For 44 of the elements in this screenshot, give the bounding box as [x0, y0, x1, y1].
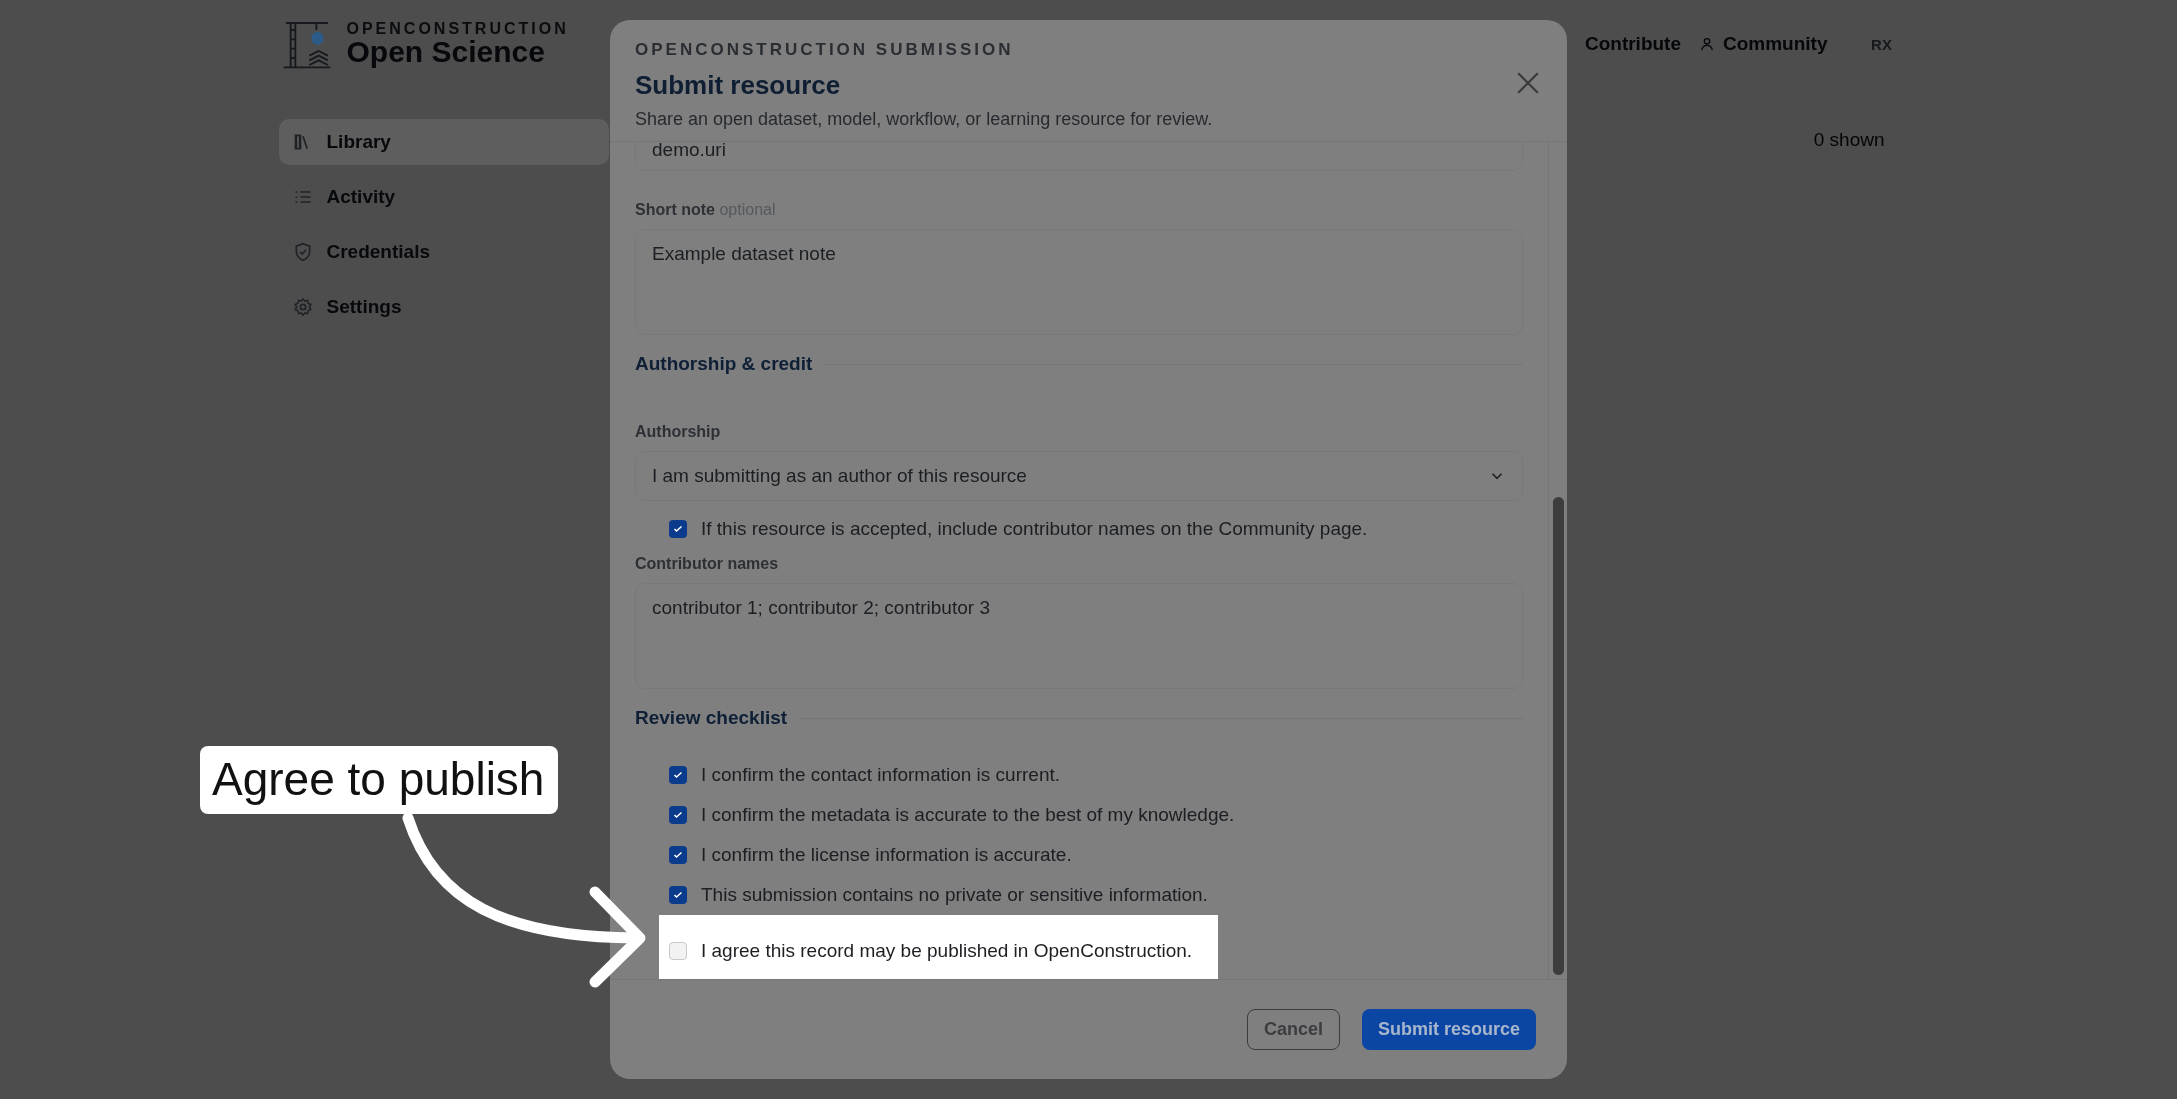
check-icon [672, 849, 684, 861]
result-count: 0 shown [1813, 129, 1886, 152]
url-field[interactable]: demo.uri [635, 142, 1523, 171]
sidebar-item[interactable]: Credentials [278, 229, 609, 275]
authorship-select[interactable]: I am submitting as an author of this resource [635, 451, 1523, 501]
callout-label: Agree to publish [200, 746, 559, 814]
checkbox-label: This submission contains no private or sensitive information. [701, 884, 1208, 906]
checkbox-label: I confirm the metadata is accurate to the best of my knowledge. [701, 804, 1235, 826]
dialog-kicker: OPENCONSTRUCTION SUBMISSION [635, 40, 1015, 60]
check-icon [672, 523, 684, 535]
sidebar-item[interactable]: Library [278, 119, 609, 165]
field-label: Contributor names [635, 555, 780, 573]
dialog-subtitle: Share an open dataset, model, workflow, or learning resource for review. [635, 109, 1214, 130]
checkbox[interactable] [669, 846, 687, 864]
settings-icon [292, 297, 313, 317]
checkbox[interactable] [669, 520, 687, 538]
sidebar-item[interactable]: Settings [278, 284, 609, 330]
sidebar-item[interactable]: Activity [278, 174, 609, 220]
scrollbar-thumb[interactable] [1553, 497, 1564, 975]
checkbox[interactable] [669, 766, 687, 784]
checkbox[interactable] [669, 886, 687, 904]
check-icon [672, 809, 684, 821]
note-textarea[interactable]: Example dataset note [635, 229, 1523, 335]
checkbox-label: I confirm the license information is accurate. [701, 844, 1072, 866]
checkbox-label: I agree this record may be published in OpenConstruction. [701, 940, 1193, 962]
brand-kicker: OPENCONSTRUCTION [346, 21, 569, 37]
contributors-textarea[interactable]: contributor 1; contributor 2; contributor 3 [635, 583, 1523, 689]
section-heading: Authorship & credit [635, 353, 813, 375]
person-icon [1699, 36, 1715, 52]
cancel-button[interactable]: Cancel [1246, 1009, 1340, 1050]
close-icon [1515, 70, 1541, 96]
field-label: Authorship [635, 423, 722, 441]
nav-link[interactable]: Community [1699, 33, 1828, 55]
dialog-title: Submit resource [635, 70, 841, 101]
submit-button[interactable]: Submit resource [1361, 1009, 1536, 1050]
check-icon [672, 889, 684, 901]
section-heading: Review checklist [635, 707, 788, 729]
brand-name: Open Science [346, 37, 546, 67]
nav-link[interactable]: Contribute [1584, 33, 1681, 55]
checkbox[interactable] [669, 942, 687, 960]
checkbox-label: I confirm the contact information is current. [701, 764, 1061, 786]
check-icon [672, 769, 684, 781]
checkbox[interactable] [669, 806, 687, 824]
checkbox-label: If this resource is accepted, include contributor names on the Community page. [701, 518, 1368, 540]
